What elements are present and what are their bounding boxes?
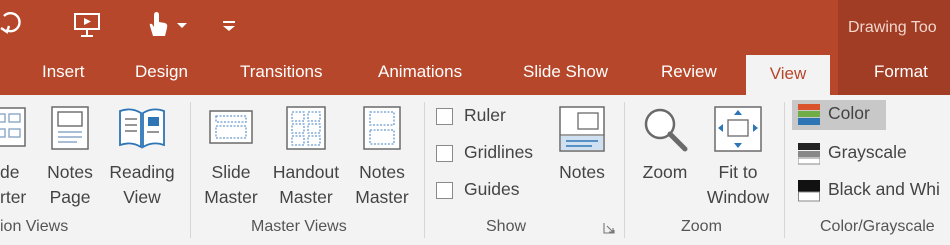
fit-to-window-label-2: Window (706, 187, 770, 207)
dialog-launcher-icon[interactable] (603, 222, 615, 234)
notes-icon (559, 106, 605, 152)
reading-view-label-1: Reading (109, 162, 175, 182)
drawing-tools-label: Drawing Too (848, 19, 937, 36)
handout-master-label-1: Handout (272, 162, 340, 182)
customize-qat-icon (223, 21, 235, 31)
color-swatch-icon (798, 104, 820, 125)
slide-sorter-label-2: rter (0, 187, 27, 207)
ruler-label: Ruler (464, 105, 506, 125)
group-separator (190, 102, 191, 238)
redo-icon (0, 12, 21, 34)
tab-design[interactable]: Design (135, 62, 188, 82)
grayscale-button[interactable]: Grayscale (792, 139, 922, 169)
group-separator (624, 102, 625, 238)
chevron-down-icon (177, 23, 187, 28)
black-and-white-label: Black and Whi (828, 179, 940, 199)
tab-view[interactable]: View (746, 55, 830, 96)
gridlines-checkbox-box[interactable] (436, 145, 453, 162)
handout-master-label-2: Master (279, 187, 333, 207)
notes-page-button[interactable]: Notes Page (40, 105, 100, 215)
customize-qat-button[interactable] (218, 8, 240, 42)
gridlines-checkbox[interactable]: Gridlines (436, 142, 546, 168)
redo-button[interactable] (0, 8, 34, 42)
slide-master-label-1: Slide (211, 162, 251, 182)
grayscale-swatch-icon (798, 143, 820, 165)
tab-transitions[interactable]: Transitions (240, 62, 323, 82)
notes-label: Notes (559, 162, 605, 182)
notes-master-label-1: Notes (359, 162, 405, 182)
present-from-current-slide-button[interactable] (70, 8, 104, 42)
zoom-group-label: Zoom (681, 218, 722, 235)
tab-insert[interactable]: Insert (42, 62, 85, 82)
guides-checkbox[interactable]: Guides (436, 179, 536, 205)
guides-checkbox-box[interactable] (436, 182, 453, 199)
color-label: Color (828, 103, 870, 123)
slide-master-button[interactable]: Slide Master (198, 105, 264, 215)
ruler-checkbox[interactable]: Ruler (436, 105, 536, 131)
zoom-label: Zoom (642, 162, 688, 182)
slide-master-label-2: Master (204, 187, 258, 207)
master-views-group-label: Master Views (251, 218, 347, 235)
tab-slide-show[interactable]: Slide Show (523, 62, 608, 82)
notes-page-icon (51, 106, 89, 150)
magnifier-icon (644, 108, 688, 152)
notes-master-icon (363, 106, 401, 150)
notes-button[interactable]: Notes (552, 105, 612, 185)
handout-master-button[interactable]: Handout Master (264, 105, 348, 215)
guides-label: Guides (464, 179, 520, 199)
gridlines-label: Gridlines (464, 142, 534, 162)
grayscale-label: Grayscale (828, 142, 907, 162)
tab-review[interactable]: Review (661, 62, 717, 82)
group-separator (784, 102, 785, 238)
slide-sorter-icon (0, 107, 26, 147)
reading-view-button[interactable]: Reading View (104, 105, 180, 215)
notes-page-label-1: Notes (47, 162, 93, 182)
notes-master-button[interactable]: Notes Master (350, 105, 414, 215)
slide-master-icon (209, 110, 253, 144)
tab-animations[interactable]: Animations (378, 62, 462, 82)
reading-view-icon (119, 108, 165, 149)
zoom-button[interactable]: Zoom (634, 105, 696, 185)
group-separator (424, 102, 425, 238)
reading-view-label-2: View (123, 187, 161, 207)
color-button[interactable]: Color (792, 100, 886, 130)
present-from-current-slide-icon (74, 13, 100, 37)
notes-page-label-2: Page (49, 187, 91, 207)
touch-mouse-mode-icon (149, 12, 168, 36)
notes-master-label-2: Master (355, 187, 409, 207)
tab-format[interactable]: Format (874, 62, 928, 82)
color-grayscale-group-label: Color/Grayscale (820, 218, 935, 235)
fit-to-window-icon (714, 106, 762, 152)
ruler-checkbox-box[interactable] (436, 108, 453, 125)
fit-to-window-button[interactable]: Fit to Window (700, 105, 776, 215)
handout-master-icon (286, 106, 326, 150)
show-group-label: Show (486, 218, 527, 235)
presentation-views-group-label: ion Views (0, 218, 69, 235)
touch-mode-dropdown[interactable] (174, 8, 190, 42)
black-and-white-button[interactable]: Black and Whi (792, 176, 950, 206)
slide-sorter-button[interactable]: de rter (0, 105, 34, 215)
fit-to-window-label-1: Fit to (718, 162, 758, 182)
black-and-white-swatch-icon (798, 180, 820, 202)
touch-mouse-mode-button[interactable] (140, 8, 174, 42)
slide-sorter-label-1: de (0, 162, 20, 182)
